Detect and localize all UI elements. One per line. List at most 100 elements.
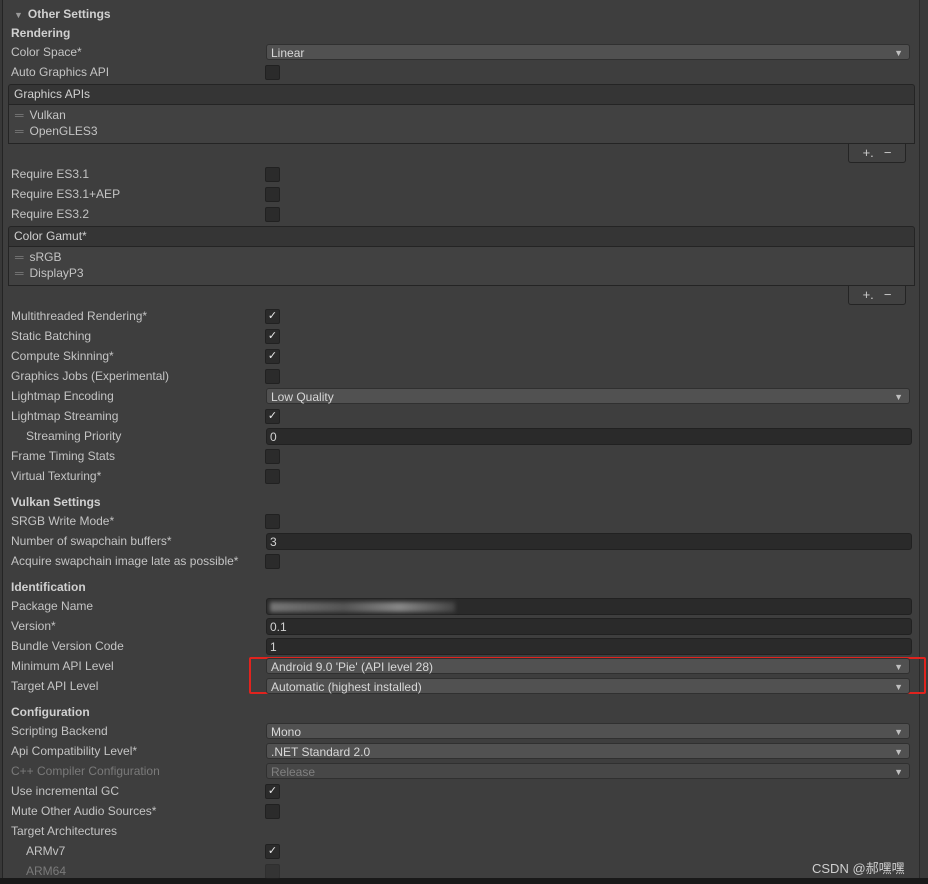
- frame-timing-stats-label: Frame Timing Stats: [11, 449, 116, 463]
- dropdown-value: .NET Standard 2.0: [271, 745, 371, 759]
- use-incremental-gc-label: Use incremental GC: [11, 784, 120, 798]
- lightmap-streaming-label: Lightmap Streaming: [11, 409, 119, 423]
- mute-other-audio-sources-label: Mute Other Audio Sources*: [11, 804, 157, 818]
- chevron-down-icon: ▼: [894, 682, 903, 692]
- multithreaded-rendering-checkbox[interactable]: ✓: [265, 309, 280, 324]
- armv7-label: ARMv7: [26, 844, 66, 858]
- chevron-down-icon: ▼: [894, 48, 903, 58]
- graphics-jobs-experimental-label: Graphics Jobs (Experimental): [11, 369, 170, 383]
- foldout-triangle-icon: ▼: [14, 10, 23, 20]
- bottom-bar: [0, 878, 928, 884]
- bundle-version-code-field[interactable]: 1: [266, 638, 912, 655]
- list-item[interactable]: ═ OpenGLES3: [9, 123, 914, 139]
- graphics-apis-list: Graphics APIs ═ Vulkan ═ OpenGLES3 +. −: [8, 84, 915, 163]
- list-footer: +. −: [848, 286, 906, 305]
- require-es3-1-checkbox[interactable]: [265, 167, 280, 182]
- add-item-button[interactable]: +.: [863, 145, 874, 160]
- require-es3-1-label: Require ES3.1: [11, 167, 90, 181]
- dropdown-value: Automatic (highest installed): [271, 680, 422, 694]
- drag-handle-icon[interactable]: ═: [15, 250, 24, 264]
- list-item[interactable]: ═ DisplayP3: [9, 265, 914, 281]
- auto-graphics-api-label: Auto Graphics API: [11, 65, 110, 79]
- package-name-label: Package Name: [11, 599, 94, 613]
- bundle-version-code-label: Bundle Version Code: [11, 639, 124, 653]
- scripting-backend-label: Scripting Backend: [11, 724, 108, 738]
- mute-other-audio-sources-checkbox[interactable]: [265, 804, 280, 819]
- srgb-write-mode-checkbox[interactable]: [265, 514, 280, 529]
- dropdown-value: Release: [271, 765, 316, 779]
- list-header: Color Gamut*: [8, 226, 915, 247]
- other-settings-foldout[interactable]: ▼ Other Settings: [14, 5, 111, 24]
- graphics-jobs-experimental-checkbox[interactable]: [265, 369, 280, 384]
- srgb-write-mode-label: SRGB Write Mode*: [11, 514, 115, 528]
- chevron-down-icon: ▼: [894, 392, 903, 402]
- acquire-swapchain-image-late-as-possible-checkbox[interactable]: [265, 554, 280, 569]
- add-item-button[interactable]: +.: [863, 287, 874, 302]
- lightmap-encoding-dropdown[interactable]: Low Quality ▼: [266, 388, 910, 404]
- identification-label: Identification: [11, 580, 86, 594]
- list-item-label: Vulkan: [29, 108, 66, 122]
- list-item[interactable]: ═ sRGB: [9, 249, 914, 265]
- list-item-label: OpenGLES3: [29, 124, 98, 138]
- list-body: ═ Vulkan ═ OpenGLES3: [8, 105, 915, 144]
- acquire-swapchain-image-late-as-possible-label: Acquire swapchain image late as possible…: [11, 554, 239, 568]
- drag-handle-icon[interactable]: ═: [15, 108, 24, 122]
- blurred-value: [270, 602, 455, 612]
- remove-item-button[interactable]: −: [884, 287, 892, 302]
- virtual-texturing-checkbox[interactable]: [265, 469, 280, 484]
- frame-timing-stats-checkbox[interactable]: [265, 449, 280, 464]
- static-batching-label: Static Batching: [11, 329, 92, 343]
- require-es3-2-label: Require ES3.2: [11, 207, 90, 221]
- list-item-label: sRGB: [29, 250, 62, 264]
- auto-graphics-api-checkbox[interactable]: [265, 65, 280, 80]
- multithreaded-rendering-label: Multithreaded Rendering*: [11, 309, 148, 323]
- package-name-field[interactable]: [266, 598, 912, 615]
- version-label: Version*: [11, 619, 56, 633]
- c-compiler-configuration-dropdown[interactable]: Release ▼: [266, 763, 910, 779]
- list-footer: +. −: [848, 144, 906, 163]
- compute-skinning-label: Compute Skinning*: [11, 349, 114, 363]
- list-item-label: DisplayP3: [29, 266, 84, 280]
- version-field[interactable]: 0.1: [266, 618, 912, 635]
- target-api-level-dropdown[interactable]: Automatic (highest installed) ▼: [266, 678, 910, 694]
- list-item[interactable]: ═ Vulkan: [9, 107, 914, 123]
- lightmap-streaming-checkbox[interactable]: ✓: [265, 409, 280, 424]
- scrollbar[interactable]: [919, 0, 928, 878]
- streaming-priority-field[interactable]: 0: [266, 428, 912, 445]
- use-incremental-gc-checkbox[interactable]: ✓: [265, 784, 280, 799]
- armv7-checkbox[interactable]: ✓: [265, 844, 280, 859]
- dropdown-value: Mono: [271, 725, 302, 739]
- minimum-api-level-label: Minimum API Level: [11, 659, 114, 673]
- require-es3-2-checkbox[interactable]: [265, 207, 280, 222]
- list-body: ═ sRGB ═ DisplayP3: [8, 247, 915, 286]
- compute-skinning-checkbox[interactable]: ✓: [265, 349, 280, 364]
- drag-handle-icon[interactable]: ═: [15, 266, 24, 280]
- require-es3-1-aep-checkbox[interactable]: [265, 187, 280, 202]
- dropdown-value: Linear: [271, 46, 305, 60]
- vulkan-settings-label: Vulkan Settings: [11, 495, 101, 509]
- arm64-label: ARM64: [26, 864, 67, 878]
- api-compatibility-level-label: Api Compatibility Level*: [11, 744, 138, 758]
- scripting-backend-dropdown[interactable]: Mono ▼: [266, 723, 910, 739]
- dropdown-value: Low Quality: [271, 390, 334, 404]
- arm64-checkbox[interactable]: [265, 864, 280, 879]
- rendering-label: Rendering: [11, 26, 71, 40]
- static-batching-checkbox[interactable]: ✓: [265, 329, 280, 344]
- color-space-label: Color Space*: [11, 45, 82, 59]
- color-space-dropdown[interactable]: Linear ▼: [266, 44, 910, 60]
- number-of-swapchain-buffers-field[interactable]: 3: [266, 533, 912, 550]
- drag-handle-icon[interactable]: ═: [15, 124, 24, 138]
- virtual-texturing-label: Virtual Texturing*: [11, 469, 102, 483]
- target-architectures-label: Target Architectures: [11, 824, 118, 838]
- dropdown-value: Android 9.0 'Pie' (API level 28): [271, 660, 433, 674]
- streaming-priority-label: Streaming Priority: [26, 429, 122, 443]
- minimum-api-level-dropdown[interactable]: Android 9.0 'Pie' (API level 28) ▼: [266, 658, 910, 674]
- lightmap-encoding-label: Lightmap Encoding: [11, 389, 114, 403]
- number-of-swapchain-buffers-label: Number of swapchain buffers*: [11, 534, 172, 548]
- api-compatibility-level-dropdown[interactable]: .NET Standard 2.0 ▼: [266, 743, 910, 759]
- chevron-down-icon: ▼: [894, 727, 903, 737]
- configuration-label: Configuration: [11, 705, 90, 719]
- chevron-down-icon: ▼: [894, 767, 903, 777]
- remove-item-button[interactable]: −: [884, 145, 892, 160]
- color-gamut-list: Color Gamut* ═ sRGB ═ DisplayP3 +. −: [8, 226, 915, 305]
